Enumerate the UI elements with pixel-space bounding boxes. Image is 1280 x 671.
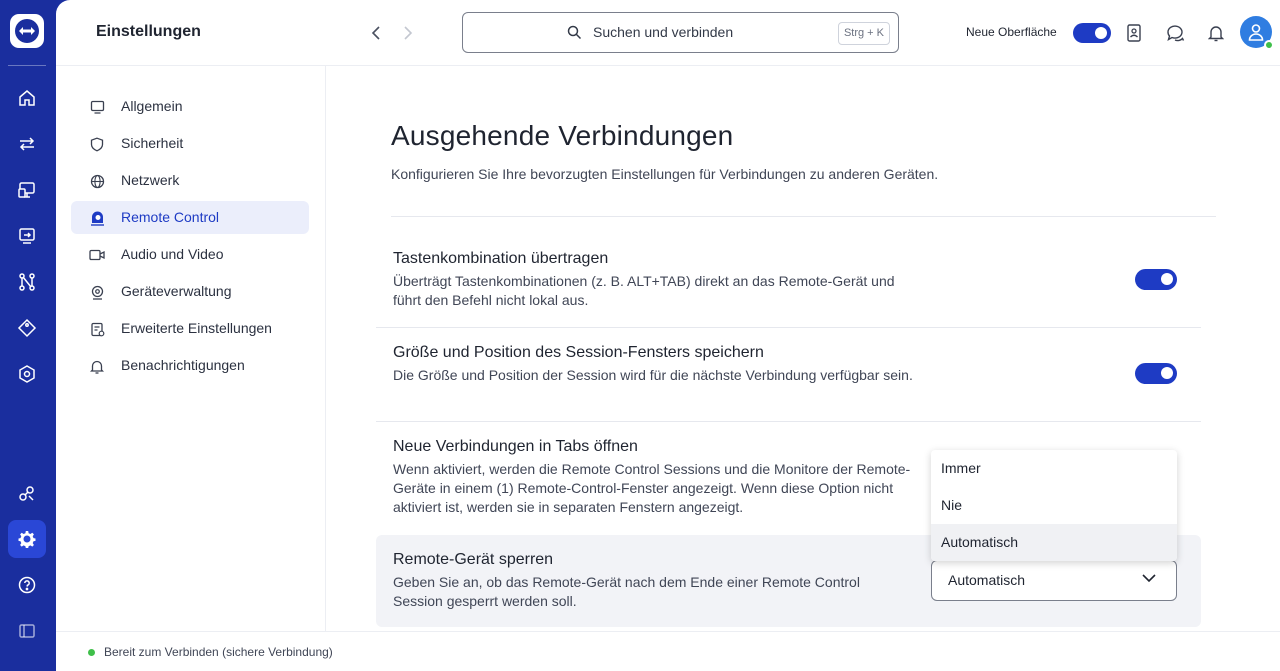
integrations-icon[interactable] [8,475,46,513]
chevron-down-icon [1142,574,1156,583]
shield-icon [89,136,105,152]
nav-item-label: Benachrichtigungen [121,357,245,373]
nav-item-label: Erweiterte Einstellungen [121,320,272,336]
nav-item-label: Allgemein [121,98,183,114]
chevron-left-icon [371,26,380,40]
lock-remote-device-dropdown: Immer Nie Automatisch [931,450,1177,561]
nav-item-audio-video[interactable]: Audio und Video [71,238,309,271]
nav-item-label: Remote Control [121,209,220,225]
user-avatar[interactable] [1240,16,1274,50]
setting-title: Größe und Position des Session-Fensters … [393,344,764,361]
search-shortcut-badge: Strg + K [837,22,890,45]
bell-icon [89,358,105,374]
setting-description: Überträgt Tastenkombinationen (z. B. ALT… [393,273,895,308]
connection-status-text: Bereit zum Verbinden (sichere Verbindung… [104,645,333,659]
back-button[interactable] [365,22,387,44]
setting-description: Geben Sie an, ob das Remote-Gerät nach d… [393,574,860,609]
setting-description: Wenn aktiviert, werden die Remote Contro… [393,461,911,515]
new-ui-label: Neue Oberfläche [966,25,1057,39]
setting-row-save-window-size: Größe und Position des Session-Fensters … [376,328,1201,422]
dropdown-option-always[interactable]: Immer [931,450,1177,487]
teamviewer-logo[interactable] [10,14,44,48]
dropdown-option-never[interactable]: Nie [931,487,1177,524]
chevron-right-icon [404,26,413,40]
left-rail [0,0,56,671]
setting-row-shortcut-transfer: Tastenkombination übertragen Überträgt T… [376,234,1201,328]
home-icon[interactable] [8,79,46,117]
nav-item-security[interactable]: Sicherheit [71,127,309,160]
transfer-icon[interactable] [8,125,46,163]
dropdown-option-automatic[interactable]: Automatisch [931,524,1177,561]
panel-icon[interactable] [8,612,46,650]
forward-button[interactable] [397,22,419,44]
lock-remote-device-select[interactable]: Automatisch [931,560,1177,601]
nav-item-label: Audio und Video [121,246,224,262]
search-icon [567,25,582,40]
new-ui-toggle[interactable] [1073,23,1111,43]
remote-control-icon [89,210,105,226]
flow-icon[interactable] [8,263,46,301]
settings-icon[interactable] [8,520,46,558]
status-bar: Bereit zum Verbinden (sichere Verbindung… [56,631,1280,671]
nav-item-notifications[interactable]: Benachrichtigungen [71,349,309,382]
logo-icon [15,19,39,43]
bell-icon [1208,26,1224,42]
divider [391,216,1216,217]
setting-title: Neue Verbindungen in Tabs öffnen [393,438,638,455]
setting-title: Tastenkombination übertragen [393,250,609,267]
nav-item-advanced-settings[interactable]: Erweiterte Einstellungen [71,312,309,345]
user-icon [1248,24,1264,41]
setting-description: Die Größe und Position der Session wird … [393,367,913,383]
setting-title: Remote-Gerät sperren [393,551,554,568]
chat-icon [1166,25,1184,42]
select-value: Automatisch [948,572,1026,588]
main-panel: Einstellungen Suchen und verbinden Strg … [56,0,1280,671]
monitor-icon [89,99,105,115]
top-header: Einstellungen Suchen und verbinden Strg … [56,0,1280,66]
settings-nav: Allgemein Sicherheit Netzwerk Remote Con… [56,66,326,631]
session-icon[interactable] [8,217,46,255]
connection-status-dot [88,649,95,656]
device-management-icon [89,284,105,300]
camera-icon [89,247,105,263]
shortcut-transfer-toggle[interactable] [1135,269,1177,290]
rail-separator [8,65,46,66]
contacts-button[interactable] [1123,22,1145,44]
nav-item-label: Sicherheit [121,135,184,151]
tag-icon[interactable] [8,309,46,347]
contact-book-icon [1127,24,1141,42]
security-icon[interactable] [8,355,46,393]
search-placeholder: Suchen und verbinden [593,24,734,40]
online-indicator [1264,40,1274,50]
nav-item-label: Netzwerk [121,172,180,188]
nav-item-label: Geräteverwaltung [121,283,232,299]
help-icon[interactable] [8,566,46,604]
chat-button[interactable] [1164,22,1186,44]
globe-icon [89,173,105,189]
save-window-size-toggle[interactable] [1135,363,1177,384]
nav-item-remote-control[interactable]: Remote Control [71,201,309,234]
page-title: Ausgehende Verbindungen [391,120,734,151]
page-header-title: Einstellungen [96,23,201,40]
remote-device-icon[interactable] [8,171,46,209]
notifications-button[interactable] [1205,22,1227,44]
nav-item-device-management[interactable]: Geräteverwaltung [71,275,309,308]
page-subtitle: Konfigurieren Sie Ihre bevorzugten Einst… [391,166,939,182]
nav-item-general[interactable]: Allgemein [71,90,309,123]
nav-item-network[interactable]: Netzwerk [71,164,309,197]
search-input[interactable]: Suchen und verbinden Strg + K [462,12,899,53]
settings-content: Ausgehende Verbindungen Konfigurieren Si… [326,66,1280,631]
advanced-settings-icon [89,321,105,337]
